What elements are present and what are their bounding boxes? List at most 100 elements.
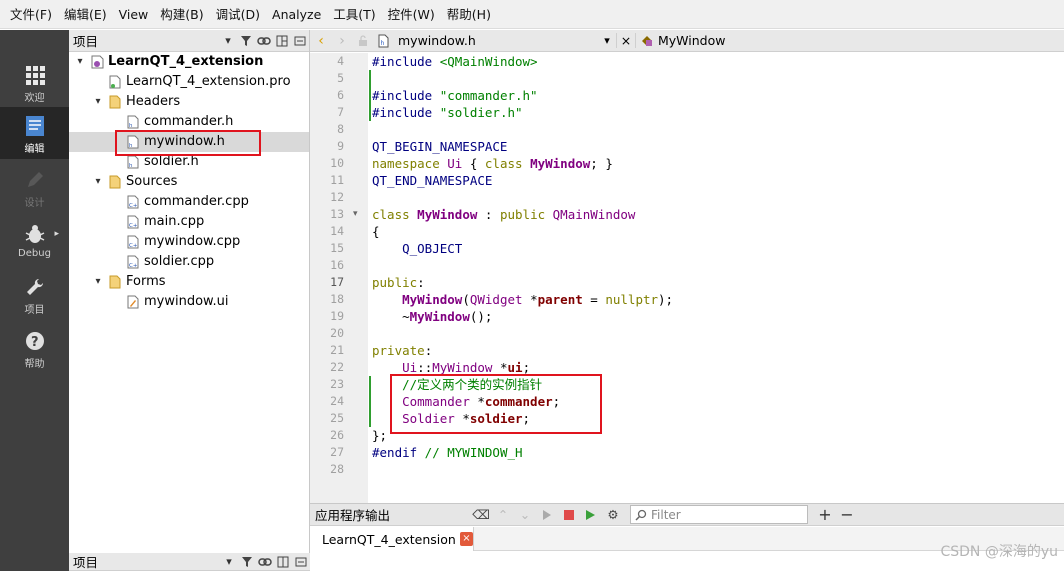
close-panel-icon[interactable] xyxy=(291,32,309,50)
menu-item-4[interactable]: 调试(D) xyxy=(210,0,266,29)
mode-item-2: 设计 xyxy=(0,161,69,213)
expand-arrow-icon[interactable]: ▾ xyxy=(74,52,86,72)
menu-item-5[interactable]: Analyze xyxy=(266,0,327,29)
tree-folder[interactable]: ▾ Forms xyxy=(69,272,309,292)
mode-label: 帮助 xyxy=(24,359,45,370)
tree-folder[interactable]: ▾ LearnQT_4_extension xyxy=(69,52,309,72)
line-number: 20 xyxy=(330,326,344,340)
filter-input[interactable]: Filter xyxy=(630,505,808,524)
line-number: 7 xyxy=(337,105,344,119)
add-icon[interactable]: + xyxy=(814,505,836,524)
dropdown-icon[interactable]: ▾ xyxy=(220,553,238,571)
code-editor[interactable]: 4 5 6 7 8 9 10 11 12 13 ▾ 14 15 16 17 18 19 20 21 22 23 24 25 2… xyxy=(310,53,1064,503)
expand-arrow-icon[interactable]: ▾ xyxy=(92,92,104,112)
menu-item-0[interactable]: 文件(F) xyxy=(4,0,58,29)
tree-file[interactable]: C+ commander.cpp xyxy=(69,192,309,212)
settings-gear-icon[interactable]: ⚙ xyxy=(602,507,624,522)
svg-text:C+: C+ xyxy=(129,203,138,209)
menu-item-1[interactable]: 编辑(E) xyxy=(58,0,113,29)
close-panel-icon[interactable] xyxy=(292,553,310,571)
minus-icon[interactable]: − xyxy=(836,505,858,524)
file-dropdown-icon[interactable]: ▾ xyxy=(598,34,616,47)
editor-toolbar: ‹ › h mywindow.h ▾ × MyWindow xyxy=(310,30,1064,52)
back-arrow-icon[interactable]: ‹ xyxy=(310,33,332,49)
expand-arrow-icon[interactable]: ▾ xyxy=(92,272,104,292)
forward-arrow-icon[interactable]: › xyxy=(332,33,352,49)
line-number: 21 xyxy=(330,343,344,357)
link-icon[interactable] xyxy=(255,32,273,50)
code-line[interactable]: ~MyWindow(); xyxy=(372,308,492,325)
menu-item-8[interactable]: 帮助(H) xyxy=(441,0,497,29)
clean-icon[interactable]: ⌫ xyxy=(470,507,492,522)
debug-run-icon[interactable] xyxy=(580,509,602,521)
line-number: 26 xyxy=(330,428,344,442)
project-file-icon xyxy=(91,55,104,70)
mode-item-4[interactable]: 项目 xyxy=(0,268,69,320)
tree-file[interactable]: C+ main.cpp xyxy=(69,212,309,232)
mode-item-1[interactable]: 编辑 xyxy=(0,107,69,159)
menu-item-2[interactable]: View xyxy=(113,0,155,29)
code-line[interactable]: }; xyxy=(372,427,387,444)
svg-text:h: h xyxy=(129,163,133,169)
fold-arrow-icon[interactable]: ▾ xyxy=(353,206,358,223)
line-number: 12 xyxy=(330,190,344,204)
split-icon[interactable] xyxy=(273,32,291,50)
code-line[interactable]: QT_END_NAMESPACE xyxy=(372,172,492,189)
code-line[interactable]: class MyWindow : public QMainWindow xyxy=(372,206,635,223)
change-marker xyxy=(369,104,371,121)
mode-bar: 欢迎 编辑 设计 Debug ▸ 项目? 帮助 xyxy=(0,30,69,571)
expand-arrow-icon[interactable]: ▸ xyxy=(54,229,59,239)
down-arrow-icon[interactable]: ⌄ xyxy=(514,507,536,522)
link-icon[interactable] xyxy=(256,553,274,571)
close-tab-icon[interactable]: × xyxy=(459,532,473,546)
tree-file[interactable]: mywindow.ui xyxy=(69,292,309,312)
mode-debug[interactable]: Debug ▸ xyxy=(0,215,69,267)
filter-icon[interactable] xyxy=(238,553,256,571)
menu-item-6[interactable]: 工具(T) xyxy=(327,0,381,29)
code-line[interactable]: #include "soldier.h" xyxy=(372,104,523,121)
code-line[interactable]: MyWindow(QWidget *parent = nullptr); xyxy=(372,291,673,308)
tree-file[interactable]: C+ soldier.cpp xyxy=(69,252,309,272)
cpp-file-icon: C+ xyxy=(127,235,139,250)
symbol-name[interactable]: MyWindow xyxy=(658,33,725,48)
cpp-file-icon: C+ xyxy=(127,255,139,270)
tree-file[interactable]: h commander.h xyxy=(69,112,309,132)
close-file-icon[interactable]: × xyxy=(616,33,636,48)
change-marker xyxy=(369,70,371,87)
tree-file[interactable]: C+ mywindow.cpp xyxy=(69,232,309,252)
project-panel-bottom: 项目 ▾ xyxy=(69,553,310,571)
menu-item-7[interactable]: 控件(W) xyxy=(382,0,441,29)
code-line[interactable]: Q_OBJECT xyxy=(372,240,462,257)
svg-text:h: h xyxy=(380,40,384,47)
run-icon[interactable] xyxy=(536,509,558,521)
code-line[interactable]: private: xyxy=(372,342,432,359)
stop-icon[interactable] xyxy=(558,509,580,521)
expand-arrow-icon[interactable]: ▾ xyxy=(92,172,104,192)
code-line[interactable]: public: xyxy=(372,274,425,291)
header-file-icon: h xyxy=(374,34,392,48)
code-line[interactable]: #include <QMainWindow> xyxy=(372,53,538,70)
tree-label: commander.cpp xyxy=(144,194,249,209)
up-arrow-icon[interactable]: ⌃ xyxy=(492,507,514,522)
mode-item-5[interactable]: ? 帮助 xyxy=(0,322,69,374)
filter-icon[interactable] xyxy=(237,32,255,50)
line-number: 15 xyxy=(330,241,344,255)
tree-file[interactable]: LearnQT_4_extension.pro xyxy=(69,72,309,92)
code-line[interactable]: QT_BEGIN_NAMESPACE xyxy=(372,138,507,155)
dropdown-icon[interactable]: ▾ xyxy=(219,32,237,50)
split-icon[interactable] xyxy=(274,553,292,571)
tree-folder[interactable]: ▾ Headers xyxy=(69,92,309,112)
tree-folder[interactable]: ▾ Sources xyxy=(69,172,309,192)
code-line[interactable]: { xyxy=(372,223,380,240)
open-file-name[interactable]: mywindow.h xyxy=(398,33,598,48)
mode-item-0[interactable]: 欢迎 xyxy=(0,56,69,108)
output-tab[interactable]: LearnQT_4_extension × xyxy=(310,527,474,551)
line-number: 22 xyxy=(330,360,344,374)
line-number: 8 xyxy=(337,122,344,136)
line-number: 9 xyxy=(337,139,344,153)
code-line[interactable]: namespace Ui { class MyWindow; } xyxy=(372,155,613,172)
menu-item-3[interactable]: 构建(B) xyxy=(154,0,209,29)
code-line[interactable]: #endif // MYWINDOW_H xyxy=(372,444,523,461)
tree-label: commander.h xyxy=(144,114,234,129)
code-line[interactable]: #include "commander.h" xyxy=(372,87,538,104)
